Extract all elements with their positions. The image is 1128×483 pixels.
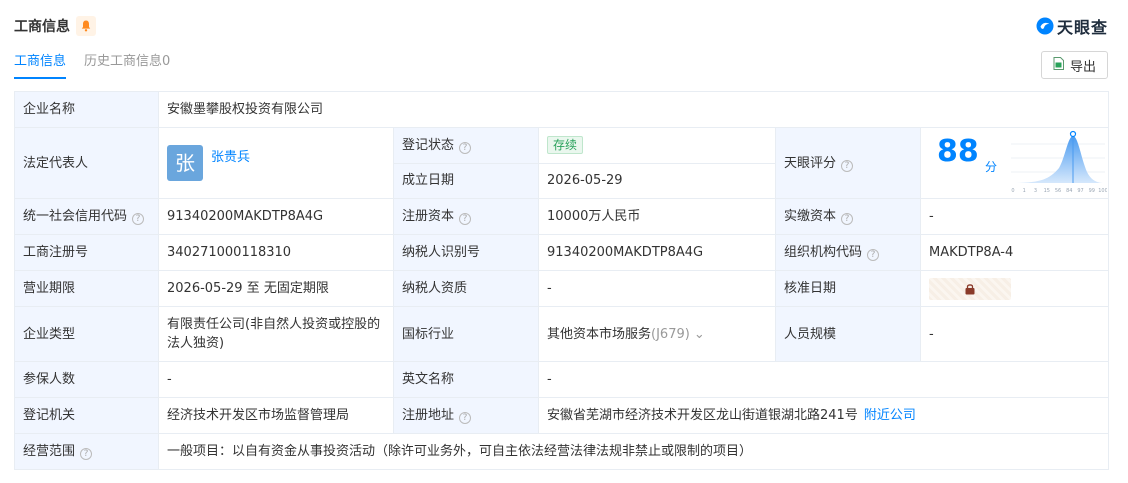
- nearby-companies-link[interactable]: 附近公司: [864, 408, 916, 423]
- address-label: 注册地址?: [393, 397, 539, 434]
- industry-value: 其他资本市场服务: [547, 326, 652, 342]
- score-axis-tick: 3: [1034, 188, 1037, 194]
- brand-name: 天眼查: [1056, 18, 1108, 37]
- org-code-label: 组织机构代码?: [775, 234, 921, 271]
- tab-count: 0: [162, 54, 171, 69]
- credit-code-value: 91340200MAKDTP8A4G: [158, 198, 394, 235]
- table-row: 营业期限 2026-05-29 至 无固定期限 纳税人资质 - 核准日期: [14, 270, 1110, 307]
- table-row: 法定代表人 张张贵兵 登记状态? 存续 天眼评分? 88 分 0 1 3 15 56 84…: [14, 127, 1110, 199]
- reg-status-label: 登记状态?: [393, 127, 539, 164]
- help-icon[interactable]: ?: [80, 448, 93, 460]
- export-button[interactable]: 导出: [1041, 51, 1108, 79]
- tab-business-info[interactable]: 工商信息: [14, 50, 67, 79]
- established-value: 2026-05-29: [538, 162, 776, 199]
- score-value: 88: [937, 134, 979, 169]
- table-row: 参保人数 - 英文名称 -: [14, 361, 1110, 398]
- chevron-down-icon[interactable]: ⌄: [694, 327, 705, 342]
- legal-rep-cell: 张张贵兵: [158, 127, 394, 199]
- credit-code-label: 统一社会信用代码?: [14, 198, 159, 235]
- locked-value[interactable]: [929, 277, 1011, 300]
- taxpayer-id-value: 91340200MAKDTP8A4G: [538, 234, 776, 271]
- help-icon[interactable]: ?: [867, 249, 880, 261]
- table-row: 经营范围? 一般项目：以自有资金从事投资活动（除许可业务外，可自主依法经营法律法…: [14, 433, 1110, 470]
- avatar: 张: [167, 145, 203, 181]
- status-badge: 存续: [547, 135, 584, 154]
- score-axis-tick: 97: [1077, 188, 1083, 194]
- score-axis-tick: 84: [1066, 188, 1072, 194]
- approval-date-label: 核准日期: [775, 270, 921, 307]
- taxpayer-id-label: 纳税人识别号: [393, 234, 539, 271]
- tab-bar: 工商信息 历史工商信息0: [14, 50, 188, 79]
- help-icon[interactable]: ?: [841, 213, 854, 225]
- help-icon[interactable]: ?: [841, 159, 854, 172]
- business-info-table: 企业名称 安徽墨攀股权投资有限公司 法定代表人 张张贵兵 登记状态? 存续 天眼…: [14, 91, 1110, 470]
- established-label: 成立日期: [393, 162, 539, 199]
- table-row: 登记机关 经济技术开发区市场监督管理局 注册地址? 安徽省芜湖市经济技术开发区龙…: [14, 397, 1110, 434]
- score-unit: 分: [985, 160, 998, 174]
- scope-label: 经营范围?: [14, 433, 159, 470]
- authority-label: 登记机关: [14, 397, 159, 434]
- staff-size-label: 人员规模: [775, 306, 921, 362]
- score-axis-tick: 15: [1044, 188, 1050, 194]
- reg-no-label: 工商注册号: [14, 234, 159, 271]
- insured-value: -: [158, 361, 394, 398]
- table-row: 企业类型 有限责任公司(非自然人投资或控股的法人独资) 国标行业 其他资本市场服…: [14, 306, 1110, 362]
- paid-capital-value: -: [919, 198, 1110, 235]
- score-distribution-chart: 0 1 3 15 56 84 97 99 100: [1011, 130, 1107, 194]
- scope-value: 一般项目：以自有资金从事投资活动（除许可业务外，可自主依法经营法律法规非禁止或限…: [157, 433, 1110, 470]
- help-icon[interactable]: ?: [459, 141, 472, 154]
- score-axis-tick: 99: [1089, 188, 1095, 194]
- insured-label: 参保人数: [14, 361, 159, 398]
- help-icon[interactable]: ?: [132, 213, 145, 225]
- table-row: 企业名称 安徽墨攀股权投资有限公司: [14, 91, 1110, 128]
- score-axis-tick: 100: [1098, 188, 1107, 194]
- industry-code: (J679): [651, 326, 690, 342]
- legal-rep-link[interactable]: 张贵兵: [211, 150, 250, 165]
- authority-value: 经济技术开发区市场监督管理局: [158, 397, 394, 434]
- help-icon[interactable]: ?: [459, 213, 472, 225]
- section-title: 工商信息: [14, 19, 70, 35]
- org-code-value: MAKDTP8A-4: [919, 234, 1110, 271]
- term-value: 2026-05-29 至 无固定期限: [158, 270, 394, 307]
- reg-capital-value: 10000万人民币: [538, 198, 776, 235]
- company-name-value: 安徽墨攀股权投资有限公司: [157, 91, 1110, 128]
- type-label: 企业类型: [14, 306, 159, 362]
- english-name-label: 英文名称: [393, 361, 539, 398]
- score-axis-tick: 0: [1011, 188, 1014, 194]
- approval-date-cell: [919, 270, 1110, 307]
- score-cell[interactable]: 88 分 0 1 3 15 56 84 97 99 100: [919, 127, 1110, 199]
- tianyancha-logo-icon: [1036, 17, 1054, 35]
- brand-logo: 天眼查: [1036, 14, 1108, 38]
- reg-no-value: 340271000118310: [158, 234, 394, 271]
- taxpayer-qual-label: 纳税人资质: [393, 270, 539, 307]
- staff-size-value: -: [919, 306, 1110, 362]
- tab-history-business-info[interactable]: 历史工商信息0: [84, 50, 170, 79]
- industry-label: 国标行业: [393, 306, 539, 362]
- address-cell: 安徽省芜湖市经济技术开发区龙山街道银湖北路241号 附近公司: [537, 397, 1110, 434]
- company-name-label: 企业名称: [14, 91, 159, 128]
- score-label: 天眼评分?: [775, 127, 921, 199]
- english-name-value: -: [537, 361, 1110, 398]
- term-label: 营业期限: [14, 270, 159, 307]
- paid-capital-label: 实缴资本?: [775, 198, 921, 235]
- score-widget: 88 分 0 1 3 15 56 84 97 99 100: [929, 128, 1107, 198]
- legal-rep-label: 法定代表人: [14, 127, 159, 199]
- excel-icon: [1053, 56, 1064, 74]
- score-axis-tick: 1: [1023, 188, 1026, 194]
- table-row: 工商注册号 340271000118310 纳税人识别号 91340200MAK…: [14, 234, 1110, 271]
- reg-capital-label: 注册资本?: [393, 198, 539, 235]
- type-value: 有限责任公司(非自然人投资或控股的法人独资): [158, 306, 394, 362]
- score-axis-tick: 56: [1055, 188, 1061, 194]
- industry-cell[interactable]: 其他资本市场服务(J679) ⌄: [538, 306, 776, 362]
- table-row: 统一社会信用代码? 91340200MAKDTP8A4G 注册资本? 10000…: [14, 198, 1110, 235]
- lock-icon: [965, 283, 975, 294]
- help-icon[interactable]: ?: [459, 412, 472, 424]
- section-header: 工商信息: [14, 14, 96, 38]
- bell-icon[interactable]: [76, 16, 96, 36]
- taxpayer-qual-value: -: [538, 270, 776, 307]
- reg-status-cell: 存续: [538, 127, 776, 164]
- address-value: 安徽省芜湖市经济技术开发区龙山街道银湖北路241号: [547, 408, 858, 423]
